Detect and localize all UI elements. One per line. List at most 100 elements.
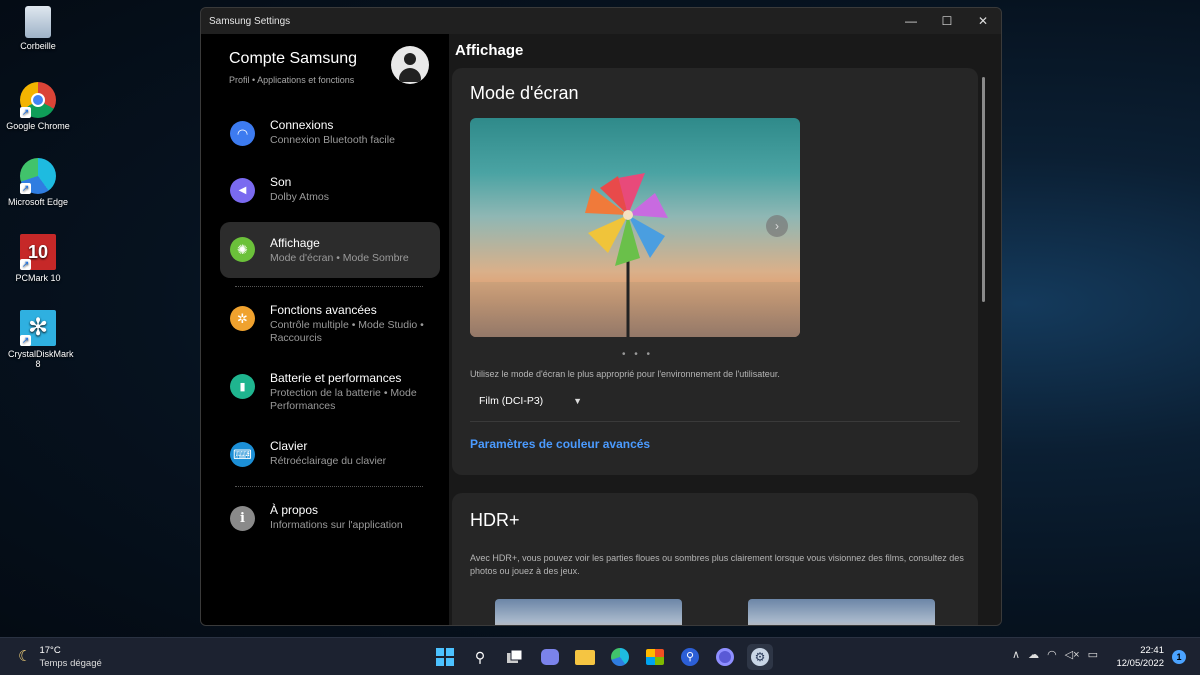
sidebar-item-desc: Rétroéclairage du clavier bbox=[270, 455, 387, 467]
clock-time: 22:41 bbox=[1140, 645, 1164, 656]
search-icon[interactable]: ⚲ bbox=[467, 644, 493, 670]
task-view-icon[interactable] bbox=[502, 644, 528, 670]
screen-mode-help: Utilisez le mode d'écran le plus appropr… bbox=[470, 369, 780, 379]
maximize-button[interactable]: ☐ bbox=[929, 8, 965, 34]
volume-muted-icon[interactable]: ◁× bbox=[1065, 648, 1080, 661]
sidebar-item-fonctions-avancees[interactable]: ✲ Fonctions avancées Contrôle multiple •… bbox=[220, 295, 440, 353]
desktop-icon-label: Microsoft Edge bbox=[7, 197, 69, 207]
weather-widget[interactable]: ☾ 17°C Temps dégagé bbox=[18, 645, 102, 669]
close-button[interactable]: ✕ bbox=[965, 8, 1001, 34]
battery-charging-icon[interactable]: ▭ bbox=[1088, 648, 1098, 661]
wifi-icon[interactable]: ◠ bbox=[1047, 648, 1057, 661]
content-pane: Affichage Mode d'écran › • • • Utilisez … bbox=[449, 34, 1001, 625]
page-title: Affichage bbox=[455, 42, 524, 59]
window-titlebar[interactable]: Samsung Settings — ☐ ✕ bbox=[201, 8, 1001, 34]
desktop-icon-label: Google Chrome bbox=[6, 121, 70, 131]
content-scrollbar[interactable] bbox=[982, 77, 985, 302]
sidebar-item-connexions[interactable]: ◠ Connexions Connexion Bluetooth facile bbox=[220, 110, 440, 155]
edge-icon[interactable] bbox=[607, 644, 633, 670]
weather-temp: 17°C bbox=[39, 645, 61, 656]
carousel-next-button[interactable]: › bbox=[766, 215, 788, 237]
sidebar-item-title: Connexions bbox=[270, 118, 334, 132]
info-icon: i bbox=[230, 506, 255, 531]
teams-chat-icon[interactable] bbox=[537, 644, 563, 670]
microsoft-store-icon[interactable] bbox=[642, 644, 668, 670]
desktop-icon-recycle-bin[interactable]: Corbeille bbox=[0, 6, 76, 51]
sidebar-item-desc: Dolby Atmos bbox=[270, 191, 329, 203]
sidebar-item-clavier[interactable]: ⌨ Clavier Rétroéclairage du clavier bbox=[220, 431, 440, 476]
file-explorer-icon[interactable] bbox=[572, 644, 598, 670]
carousel-dots[interactable]: • • • bbox=[622, 349, 653, 360]
clock[interactable]: 22:41 12/05/2022 bbox=[1112, 644, 1164, 670]
taskbar: ☾ 17°C Temps dégagé ⚲ ⚲ ⚙ ∧ ☁ ◠ ◁× ▭ 22:… bbox=[0, 637, 1200, 675]
sidebar-item-title: À propos bbox=[270, 503, 319, 517]
sidebar-divider bbox=[235, 486, 423, 487]
minimize-button[interactable]: — bbox=[893, 8, 929, 34]
samsung-search-icon[interactable]: ⚲ bbox=[677, 644, 703, 670]
hdr-preview-off bbox=[495, 599, 682, 625]
sidebar-item-affichage[interactable]: ✺ Affichage Mode d'écran • Mode Sombre bbox=[220, 222, 440, 278]
samsung-settings-icon[interactable]: ⚙ bbox=[747, 644, 773, 670]
screen-mode-heading: Mode d'écran bbox=[470, 83, 579, 103]
screen-mode-card: Mode d'écran › • • • Utilisez le mode d'… bbox=[452, 68, 978, 475]
clock-date: 12/05/2022 bbox=[1116, 658, 1164, 669]
screen-mode-selected: Film (DCI-P3) bbox=[479, 395, 544, 407]
sidebar-divider bbox=[235, 286, 423, 287]
sidebar-item-desc: Mode d'écran • Mode Sombre bbox=[270, 252, 409, 264]
sidebar-item-desc: Informations sur l'application bbox=[270, 519, 403, 531]
windows-start-icon[interactable] bbox=[432, 644, 458, 670]
chrome-icon: ↗ bbox=[20, 82, 56, 118]
brightness-icon: ✺ bbox=[230, 237, 255, 262]
avatar[interactable] bbox=[391, 46, 429, 84]
desktop-icon-edge[interactable]: ↗ Microsoft Edge bbox=[0, 158, 76, 207]
pcmark-icon: 10 ↗ bbox=[20, 234, 56, 270]
sidebar-item-title: Batterie et performances bbox=[270, 371, 402, 385]
samsung-account[interactable]: Compte Samsung Profil • Applications et … bbox=[201, 34, 449, 108]
sidebar-item-title: Fonctions avancées bbox=[270, 303, 377, 317]
system-tray: ∧ ☁ ◠ ◁× ▭ bbox=[1012, 648, 1098, 661]
crystaldiskmark-icon: ✻ ↗ bbox=[20, 310, 56, 346]
desktop-icon-chrome[interactable]: ↗ Google Chrome bbox=[0, 82, 76, 131]
sidebar-item-title: Son bbox=[270, 175, 292, 189]
sidebar-item-a-propos[interactable]: i À propos Informations sur l'applicatio… bbox=[220, 495, 440, 540]
hdr-preview-on bbox=[748, 599, 935, 625]
sidebar: Compte Samsung Profil • Applications et … bbox=[201, 34, 449, 625]
speaker-icon: ◀ bbox=[230, 178, 255, 203]
notification-badge[interactable]: 1 bbox=[1172, 650, 1186, 664]
taskbar-apps: ⚲ ⚲ ⚙ bbox=[432, 644, 773, 670]
moon-icon: ☾ bbox=[18, 648, 32, 665]
sidebar-item-desc: Contrôle multiple • Mode Studio • Raccou… bbox=[270, 319, 424, 344]
desktop-icon-pcmark[interactable]: 10 ↗ PCMark 10 bbox=[0, 234, 76, 283]
sidebar-item-desc: Connexion Bluetooth facile bbox=[270, 134, 395, 146]
advanced-color-settings-link[interactable]: Paramètres de couleur avancés bbox=[470, 437, 650, 451]
desktop-icon-label: CrystalDiskMark 8 bbox=[8, 349, 74, 369]
hdr-description: Avec HDR+, vous pouvez voir les parties … bbox=[470, 553, 964, 576]
weather-desc: Temps dégagé bbox=[39, 658, 102, 669]
samsung-settings-window: Samsung Settings — ☐ ✕ Compte Samsung Pr… bbox=[200, 7, 1002, 626]
chevron-down-icon: ▼ bbox=[573, 396, 583, 406]
card-divider bbox=[470, 421, 960, 422]
edge-icon: ↗ bbox=[20, 158, 56, 194]
battery-icon: ▮ bbox=[230, 374, 255, 399]
chevron-up-icon[interactable]: ∧ bbox=[1012, 648, 1020, 661]
wifi-icon: ◠ bbox=[230, 121, 255, 146]
keyboard-icon: ⌨ bbox=[230, 442, 255, 467]
sidebar-item-son[interactable]: ◀ Son Dolby Atmos bbox=[220, 167, 440, 212]
app-icon[interactable] bbox=[712, 644, 738, 670]
desktop-icon-label: Corbeille bbox=[20, 41, 56, 51]
sidebar-item-title: Clavier bbox=[270, 439, 308, 453]
recycle-bin-icon bbox=[25, 6, 51, 38]
cloud-icon[interactable]: ☁ bbox=[1028, 648, 1039, 661]
screen-mode-dropdown[interactable]: Film (DCI-P3) ▼ bbox=[479, 395, 582, 407]
desktop-icon-label: PCMark 10 bbox=[15, 273, 61, 283]
sidebar-item-title: Affichage bbox=[270, 236, 320, 250]
hdr-card: HDR+ Avec HDR+, vous pouvez voir les par… bbox=[452, 493, 978, 625]
desktop-icon-crystaldiskmark[interactable]: ✻ ↗ CrystalDiskMark 8 bbox=[0, 310, 76, 369]
pinwheel-image bbox=[585, 173, 668, 337]
sidebar-item-desc: Protection de la batterie • Mode Perform… bbox=[270, 387, 417, 412]
advanced-features-icon: ✲ bbox=[230, 306, 255, 331]
window-title: Samsung Settings bbox=[209, 15, 291, 27]
sidebar-item-batterie[interactable]: ▮ Batterie et performances Protection de… bbox=[220, 363, 440, 421]
screen-mode-preview-image bbox=[470, 118, 800, 337]
hdr-heading: HDR+ bbox=[470, 510, 520, 530]
